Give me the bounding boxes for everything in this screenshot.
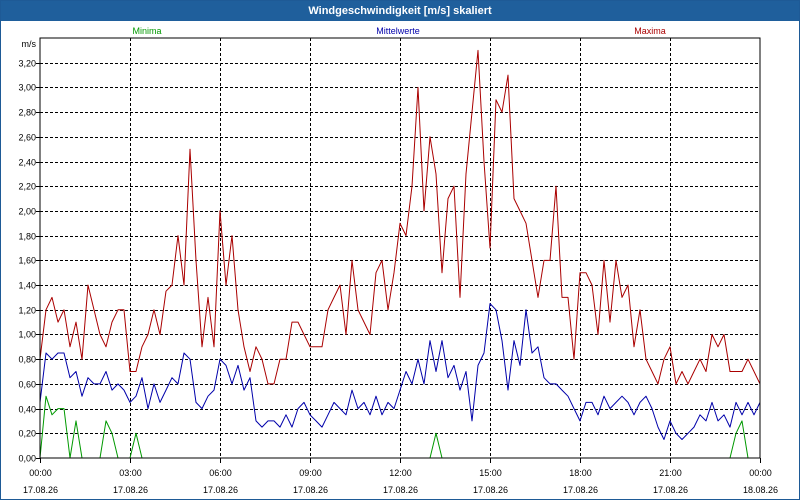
- x-tick-label-time: 15:00: [479, 468, 502, 478]
- y-tick-label: 3,00: [18, 83, 36, 93]
- x-tick-label-time: 21:00: [659, 468, 682, 478]
- y-tick-label: 0,40: [18, 405, 36, 415]
- y-tick-label: 2,60: [18, 133, 36, 143]
- y-tick-label: 1,20: [18, 306, 36, 316]
- x-tick-label-date: 17.08.26: [203, 485, 238, 495]
- x-tick-label-time: 00:00: [749, 468, 772, 478]
- y-tick-label: 1,60: [18, 256, 36, 266]
- legend: Minima Mittelwerte Maxima: [132, 26, 665, 36]
- y-tick-label: 1,80: [18, 232, 36, 242]
- y-tick-label: 2,80: [18, 108, 36, 118]
- x-tick-label-date: 17.08.26: [23, 485, 58, 495]
- y-tick-label: 2,20: [18, 182, 36, 192]
- y-axis-label: m/s: [22, 39, 37, 49]
- x-tick-label-time: 03:00: [119, 468, 142, 478]
- x-tick-label-time: 06:00: [209, 468, 232, 478]
- y-tick-label: 0,20: [18, 429, 36, 439]
- x-tick-label-time: 12:00: [389, 468, 412, 478]
- x-tick-label-time: 18:00: [569, 468, 592, 478]
- y-tick-label: 1,40: [18, 281, 36, 291]
- legend-entry-maxima: Maxima: [634, 26, 666, 36]
- y-tick-label: 2,00: [18, 207, 36, 217]
- x-tick-label-date: 17.08.26: [383, 485, 418, 495]
- x-tick-label-date: 17.08.26: [653, 485, 688, 495]
- y-tick-label: 0,80: [18, 355, 36, 365]
- y-tick-label: 3,20: [18, 59, 36, 69]
- y-tick-label: 1,00: [18, 330, 36, 340]
- y-tick-label: 2,40: [18, 158, 36, 168]
- axes: 0,00 0,20 0,40 0,60 0,80 1,00 1,20 1,40 1,60 1,80…: [18, 37, 778, 495]
- x-tick-label-date: 17.08.26: [563, 485, 598, 495]
- x-tick-label-date: 17.08.26: [113, 485, 148, 495]
- grid: [40, 38, 760, 458]
- legend-entry-minima: Minima: [132, 26, 161, 36]
- x-tick-label-date: 17.08.26: [473, 485, 508, 495]
- x-tick-label-time: 09:00: [299, 468, 322, 478]
- y-tick-label: 0,00: [18, 454, 36, 464]
- chart: 0,00 0,20 0,40 0,60 0,80 1,00 1,20 1,40 1,60 1,80…: [18, 26, 778, 495]
- y-tick-label: 0,60: [18, 380, 36, 390]
- x-tick-label-time: 00:00: [29, 468, 52, 478]
- x-tick-label-date: 17.08.26: [293, 485, 328, 495]
- legend-entry-mittelwerte: Mittelwerte: [376, 26, 420, 36]
- x-tick-label-date: 18.08.26: [743, 485, 778, 495]
